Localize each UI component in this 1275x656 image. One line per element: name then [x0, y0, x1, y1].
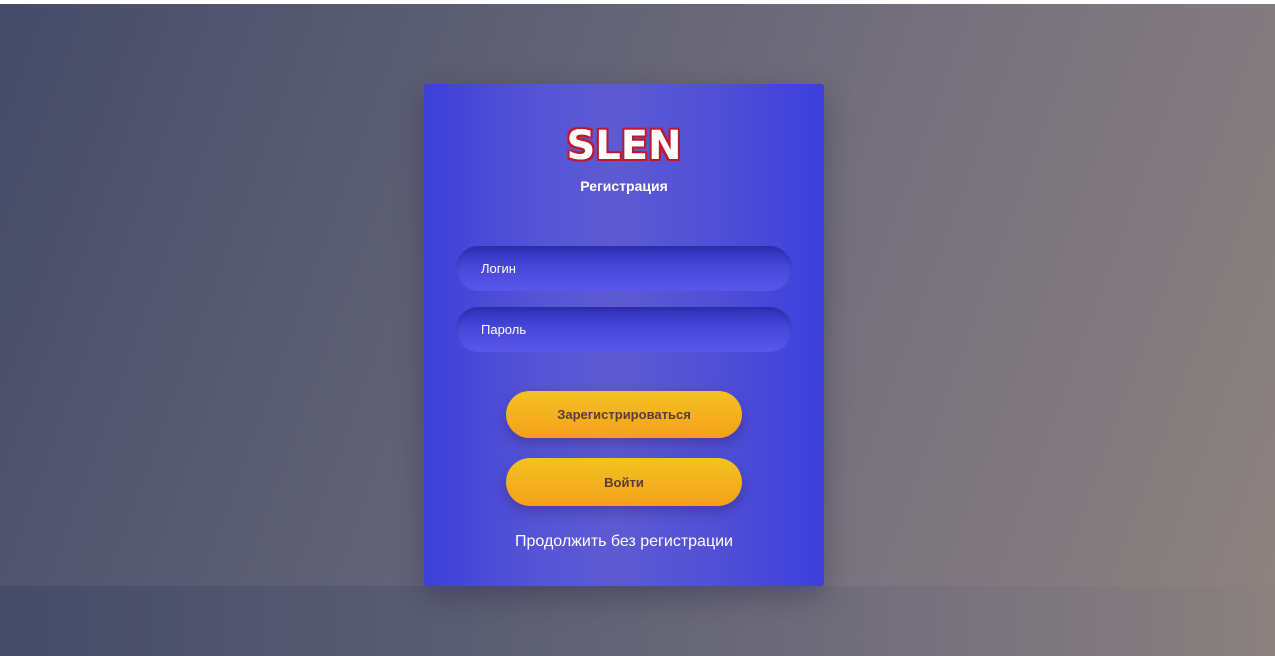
register-button[interactable]: Зарегистрироваться — [506, 391, 742, 438]
password-input[interactable] — [456, 307, 792, 352]
logo: SLEN — [566, 123, 682, 169]
continue-without-registration-link[interactable]: Продолжить без регистрации — [424, 533, 824, 551]
page-subtitle: Регистрация — [580, 178, 668, 194]
page-footer-background — [0, 586, 1275, 656]
login-input[interactable] — [456, 246, 792, 291]
login-button[interactable]: Войти — [506, 458, 742, 506]
registration-card: SLEN Регистрация Зарегистрироваться Войт… — [424, 84, 824, 586]
